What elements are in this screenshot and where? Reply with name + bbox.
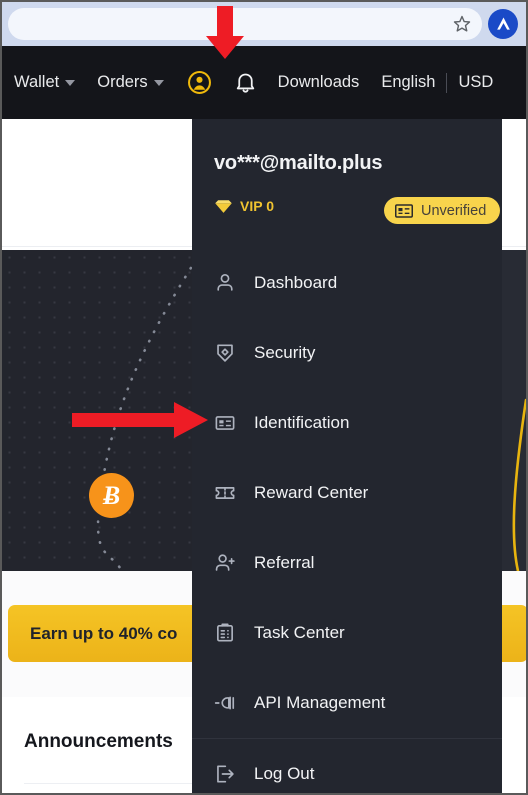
menu-item-security-label: Security	[254, 343, 316, 362]
menu-item-task-center[interactable]: Task Center	[192, 598, 502, 668]
chevron-down-icon	[153, 79, 164, 86]
account-dropdown-panel: vo***@mailto.plus VIP 0 Unverified Dashb…	[192, 119, 502, 793]
site-navigation-bar: Wallet Orders Downloads English USD	[2, 46, 526, 119]
menu-item-identification[interactable]: Identification	[192, 388, 502, 458]
account-email: vo***@mailto.plus	[214, 152, 383, 174]
user-account-icon[interactable]	[186, 69, 213, 96]
menu-item-dashboard-label: Dashboard	[254, 273, 338, 292]
clipboard-list-icon	[214, 622, 236, 644]
ticket-icon	[214, 482, 236, 504]
id-card-icon	[214, 412, 236, 434]
vip-group: VIP 0	[214, 198, 274, 214]
nav-item-currency[interactable]: USD	[458, 73, 493, 92]
nav-right-group: Downloads English USD	[278, 72, 516, 93]
announcements-title: Announcements	[24, 731, 173, 752]
vip-level-label: VIP 0	[240, 198, 274, 214]
nav-item-orders-label: Orders	[97, 73, 148, 91]
nav-item-language[interactable]: English	[381, 73, 435, 92]
user-profile-icon	[214, 272, 236, 294]
verification-status-badge[interactable]: Unverified	[384, 197, 501, 224]
dropdown-menu-list: Dashboard Security Identification Reward…	[192, 248, 502, 793]
logout-arrow-icon	[214, 763, 236, 785]
menu-item-reward-center-label: Reward Center	[254, 483, 369, 502]
id-card-icon	[395, 203, 413, 218]
menu-item-task-center-label: Task Center	[254, 623, 345, 642]
nav-item-orders[interactable]: Orders	[97, 73, 164, 92]
nav-item-wallet[interactable]: Wallet	[14, 73, 76, 92]
person-add-icon	[214, 552, 236, 574]
menu-item-referral[interactable]: Referral	[192, 528, 502, 598]
browser-chrome	[2, 2, 526, 46]
menu-item-reward-center[interactable]: Reward Center	[192, 458, 502, 528]
nav-separator	[446, 72, 448, 93]
nav-item-wallet-label: Wallet	[14, 73, 60, 91]
nav-item-downloads[interactable]: Downloads	[278, 73, 360, 92]
chevron-down-icon	[65, 79, 76, 86]
menu-item-api-management-label: API Management	[254, 693, 386, 712]
menu-item-security[interactable]: Security	[192, 318, 502, 388]
browser-address-bar[interactable]	[8, 8, 482, 40]
menu-item-identification-label: Identification	[254, 413, 350, 432]
menu-item-log-out-label: Log Out	[254, 764, 315, 783]
verification-status-label: Unverified	[421, 202, 487, 219]
diamond-gem-icon	[215, 199, 232, 213]
shield-icon	[214, 342, 236, 364]
plug-api-icon	[214, 692, 236, 714]
notifications-bell-icon[interactable]	[233, 70, 258, 95]
bookmark-star-icon[interactable]	[452, 14, 472, 34]
screenshot-root: Ƀ Earn up to 40% co Announcements Wallet…	[0, 0, 528, 795]
menu-item-referral-label: Referral	[254, 553, 315, 572]
menu-item-log-out[interactable]: Log Out	[192, 739, 502, 793]
bitcoin-logo-icon: Ƀ	[89, 473, 134, 518]
menu-item-api-management[interactable]: API Management	[192, 668, 502, 738]
menu-item-dashboard[interactable]: Dashboard	[192, 248, 502, 318]
browser-profile-avatar[interactable]	[488, 9, 518, 39]
